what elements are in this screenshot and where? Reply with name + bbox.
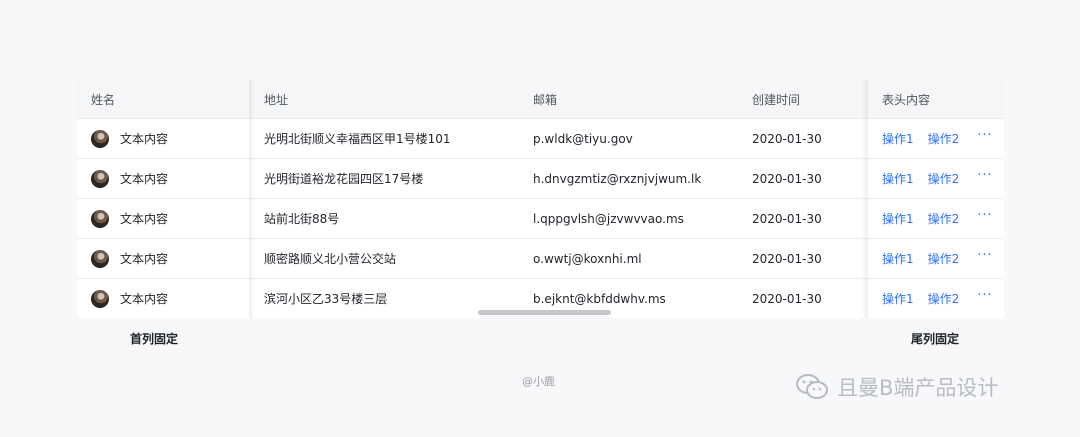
- table-header: 姓名 地址 邮箱 创建时间 表头内容: [77, 80, 1004, 119]
- name-cell: 文本内容: [91, 279, 168, 318]
- created-cell: 2020-01-30: [752, 291, 822, 306]
- action-2-link[interactable]: 操作2: [928, 250, 960, 267]
- watermark: 且曼B端产品设计: [795, 372, 998, 402]
- name-text: 文本内容: [120, 212, 169, 226]
- actions-cell: 操作1 操作2 ···: [882, 279, 993, 318]
- caption-last-column-fixed: 尾列固定: [911, 332, 960, 346]
- actions-cell: 操作1 操作2 ···: [882, 239, 993, 278]
- column-header-created: 创建时间: [752, 92, 801, 107]
- name-cell: 文本内容: [91, 159, 168, 198]
- more-horizontal-icon[interactable]: ···: [977, 248, 992, 263]
- address-cell: 顺密路顺义北小营公交站: [264, 252, 397, 266]
- action-1-link[interactable]: 操作1: [882, 170, 914, 187]
- column-header-email: 邮箱: [533, 92, 558, 107]
- name-text: 文本内容: [120, 132, 169, 146]
- avatar: [91, 169, 109, 188]
- email-cell: l.qppgvlsh@jzvwvvao.ms: [533, 211, 684, 226]
- action-2-link[interactable]: 操作2: [928, 130, 960, 147]
- more-horizontal-icon[interactable]: ···: [977, 288, 992, 303]
- column-header-address: 地址: [264, 92, 289, 107]
- avatar: [91, 209, 109, 228]
- more-horizontal-icon[interactable]: ···: [977, 128, 992, 143]
- actions-cell: 操作1 操作2 ···: [882, 119, 993, 158]
- data-table: 姓名 地址 邮箱 创建时间 表头内容 文本内容 光明北街顺义幸福西区甲1号楼10…: [77, 80, 1004, 318]
- action-2-link[interactable]: 操作2: [928, 290, 960, 307]
- action-1-link[interactable]: 操作1: [882, 210, 914, 227]
- address-cell: 光明街道裕龙花园四区17号楼: [264, 172, 424, 186]
- action-2-link[interactable]: 操作2: [928, 210, 960, 227]
- column-header-name: 姓名: [91, 92, 116, 107]
- email-cell: p.wldk@tiyu.gov: [533, 131, 633, 146]
- column-header-content: 表头内容: [882, 92, 931, 107]
- caption-first-column-fixed: 首列固定: [130, 332, 179, 346]
- name-cell: 文本内容: [91, 199, 168, 238]
- address-cell: 站前北街88号: [264, 212, 340, 226]
- created-cell: 2020-01-30: [752, 171, 822, 186]
- created-cell: 2020-01-30: [752, 211, 822, 226]
- email-cell: o.wwtj@koxnhi.ml: [533, 251, 642, 266]
- table-row: 文本内容 顺密路顺义北小营公交站 o.wwtj@koxnhi.ml 2020-0…: [77, 239, 1004, 279]
- name-text: 文本内容: [120, 292, 169, 306]
- watermark-text: 且曼B端产品设计: [837, 376, 999, 400]
- table-row: 文本内容 光明北街顺义幸福西区甲1号楼101 p.wldk@tiyu.gov 2…: [77, 119, 1004, 159]
- avatar: [91, 289, 109, 308]
- email-cell: h.dnvgzmtiz@rxznjvjwum.lk: [533, 171, 702, 186]
- address-cell: 光明北街顺义幸福西区甲1号楼101: [264, 132, 451, 146]
- created-cell: 2020-01-30: [752, 251, 822, 266]
- wechat-icon: [796, 374, 828, 399]
- name-text: 文本内容: [120, 172, 169, 186]
- actions-cell: 操作1 操作2 ···: [882, 199, 993, 238]
- more-horizontal-icon[interactable]: ···: [977, 168, 992, 183]
- table-row: 文本内容 站前北街88号 l.qppgvlsh@jzvwvvao.ms 2020…: [77, 199, 1004, 239]
- action-1-link[interactable]: 操作1: [882, 250, 914, 267]
- name-cell: 文本内容: [91, 119, 168, 158]
- action-2-link[interactable]: 操作2: [928, 170, 960, 187]
- horizontal-scrollbar[interactable]: [478, 310, 611, 315]
- action-1-link[interactable]: 操作1: [882, 130, 914, 147]
- more-horizontal-icon[interactable]: ···: [977, 208, 992, 223]
- author-credit: @小鹿: [522, 375, 555, 388]
- name-text: 文本内容: [120, 252, 169, 266]
- action-1-link[interactable]: 操作1: [882, 290, 914, 307]
- actions-cell: 操作1 操作2 ···: [882, 159, 993, 198]
- created-cell: 2020-01-30: [752, 131, 822, 146]
- address-cell: 滨河小区乙33号楼三层: [264, 292, 388, 306]
- name-cell: 文本内容: [91, 239, 168, 278]
- avatar: [91, 129, 109, 148]
- table-row: 文本内容 光明街道裕龙花园四区17号楼 h.dnvgzmtiz@rxznjvjw…: [77, 159, 1004, 199]
- avatar: [91, 249, 109, 268]
